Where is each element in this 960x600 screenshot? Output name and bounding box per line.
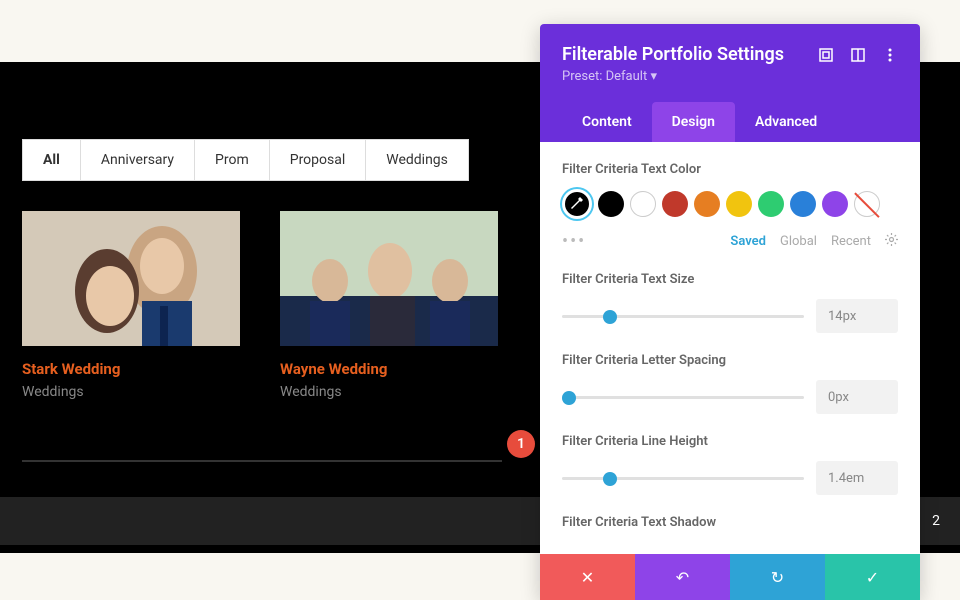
text-size-slider[interactable] xyxy=(562,315,804,318)
text-size-value[interactable]: 14px xyxy=(816,299,898,333)
color-swatch-white[interactable] xyxy=(630,191,656,217)
close-icon: ✕ xyxy=(581,568,594,587)
text-size-label: Filter Criteria Text Size xyxy=(562,272,898,287)
preset-dropdown[interactable]: Preset: Default ▾ xyxy=(562,69,898,84)
panel-title: Filterable Portfolio Settings xyxy=(562,44,784,65)
line-height-label: Filter Criteria Line Height xyxy=(562,434,898,449)
gear-icon[interactable] xyxy=(885,233,898,250)
color-swatch-blue[interactable] xyxy=(790,191,816,217)
palette-global[interactable]: Global xyxy=(780,234,817,249)
chevron-down-icon: ▾ xyxy=(650,69,657,84)
tab-design[interactable]: Design xyxy=(652,102,735,142)
letter-spacing-value[interactable]: 0px xyxy=(816,380,898,414)
save-button[interactable]: ✓ xyxy=(825,554,920,600)
color-swatch-green[interactable] xyxy=(758,191,784,217)
expand-icon[interactable] xyxy=(818,47,834,63)
portfolio-item[interactable]: Wayne Wedding Weddings xyxy=(280,211,498,400)
annotation-badge: 1 xyxy=(507,430,535,458)
color-swatch-purple[interactable] xyxy=(822,191,848,217)
letter-spacing-slider[interactable] xyxy=(562,396,804,399)
check-icon: ✓ xyxy=(866,568,879,587)
undo-icon: ↶ xyxy=(676,568,689,587)
portfolio-category: Weddings xyxy=(22,384,240,400)
redo-icon: ↻ xyxy=(771,568,784,587)
color-swatch-yellow[interactable] xyxy=(726,191,752,217)
text-shadow-label: Filter Criteria Text Shadow xyxy=(562,515,898,530)
palette-recent[interactable]: Recent xyxy=(831,234,871,249)
letter-spacing-label: Filter Criteria Letter Spacing xyxy=(562,353,898,368)
panel-footer: ✕ ↶ ↻ ✓ xyxy=(540,554,920,600)
eyedropper-swatch[interactable] xyxy=(562,189,592,219)
color-swatch-black[interactable] xyxy=(598,191,624,217)
panel-body: Filter Criteria Text Color ••• Saved Glo… xyxy=(540,142,920,554)
portfolio-item[interactable]: Stark Wedding Weddings xyxy=(22,211,240,400)
filter-tab-prom[interactable]: Prom xyxy=(195,140,270,180)
portfolio-grid: Stark Wedding Weddings Wayne Wedding Wed… xyxy=(22,211,498,400)
more-dots-icon[interactable]: ••• xyxy=(562,231,586,252)
portfolio-title: Stark Wedding xyxy=(22,360,240,378)
color-swatches xyxy=(562,189,898,219)
filter-tab-weddings[interactable]: Weddings xyxy=(366,140,468,180)
slider-thumb[interactable] xyxy=(562,391,576,405)
divider xyxy=(22,460,502,462)
color-section-label: Filter Criteria Text Color xyxy=(562,162,898,177)
page-number[interactable]: 2 xyxy=(924,513,948,529)
menu-dots-icon[interactable] xyxy=(882,47,898,63)
color-swatch-none[interactable] xyxy=(854,191,880,217)
slider-thumb[interactable] xyxy=(603,472,617,486)
filter-tabs: All Anniversary Prom Proposal Weddings xyxy=(22,139,469,181)
line-height-slider[interactable] xyxy=(562,477,804,480)
filter-tab-proposal[interactable]: Proposal xyxy=(270,140,367,180)
slider-thumb[interactable] xyxy=(603,310,617,324)
filter-tab-anniversary[interactable]: Anniversary xyxy=(81,140,195,180)
filter-tab-all[interactable]: All xyxy=(23,140,81,180)
tab-content[interactable]: Content xyxy=(562,102,652,142)
redo-button[interactable]: ↻ xyxy=(730,554,825,600)
panel-header: Filterable Portfolio Settings Preset: De… xyxy=(540,24,920,142)
cancel-button[interactable]: ✕ xyxy=(540,554,635,600)
portfolio-category: Weddings xyxy=(280,384,498,400)
layout-icon[interactable] xyxy=(850,47,866,63)
undo-button[interactable]: ↶ xyxy=(635,554,730,600)
tab-advanced[interactable]: Advanced xyxy=(735,102,837,142)
portfolio-image xyxy=(280,211,498,346)
panel-tabs: Content Design Advanced xyxy=(562,102,898,142)
portfolio-title: Wayne Wedding xyxy=(280,360,498,378)
color-swatch-red[interactable] xyxy=(662,191,688,217)
settings-panel: Filterable Portfolio Settings Preset: De… xyxy=(540,24,920,600)
color-swatch-orange[interactable] xyxy=(694,191,720,217)
palette-saved[interactable]: Saved xyxy=(730,234,766,249)
line-height-value[interactable]: 1.4em xyxy=(816,461,898,495)
portfolio-image xyxy=(22,211,240,346)
